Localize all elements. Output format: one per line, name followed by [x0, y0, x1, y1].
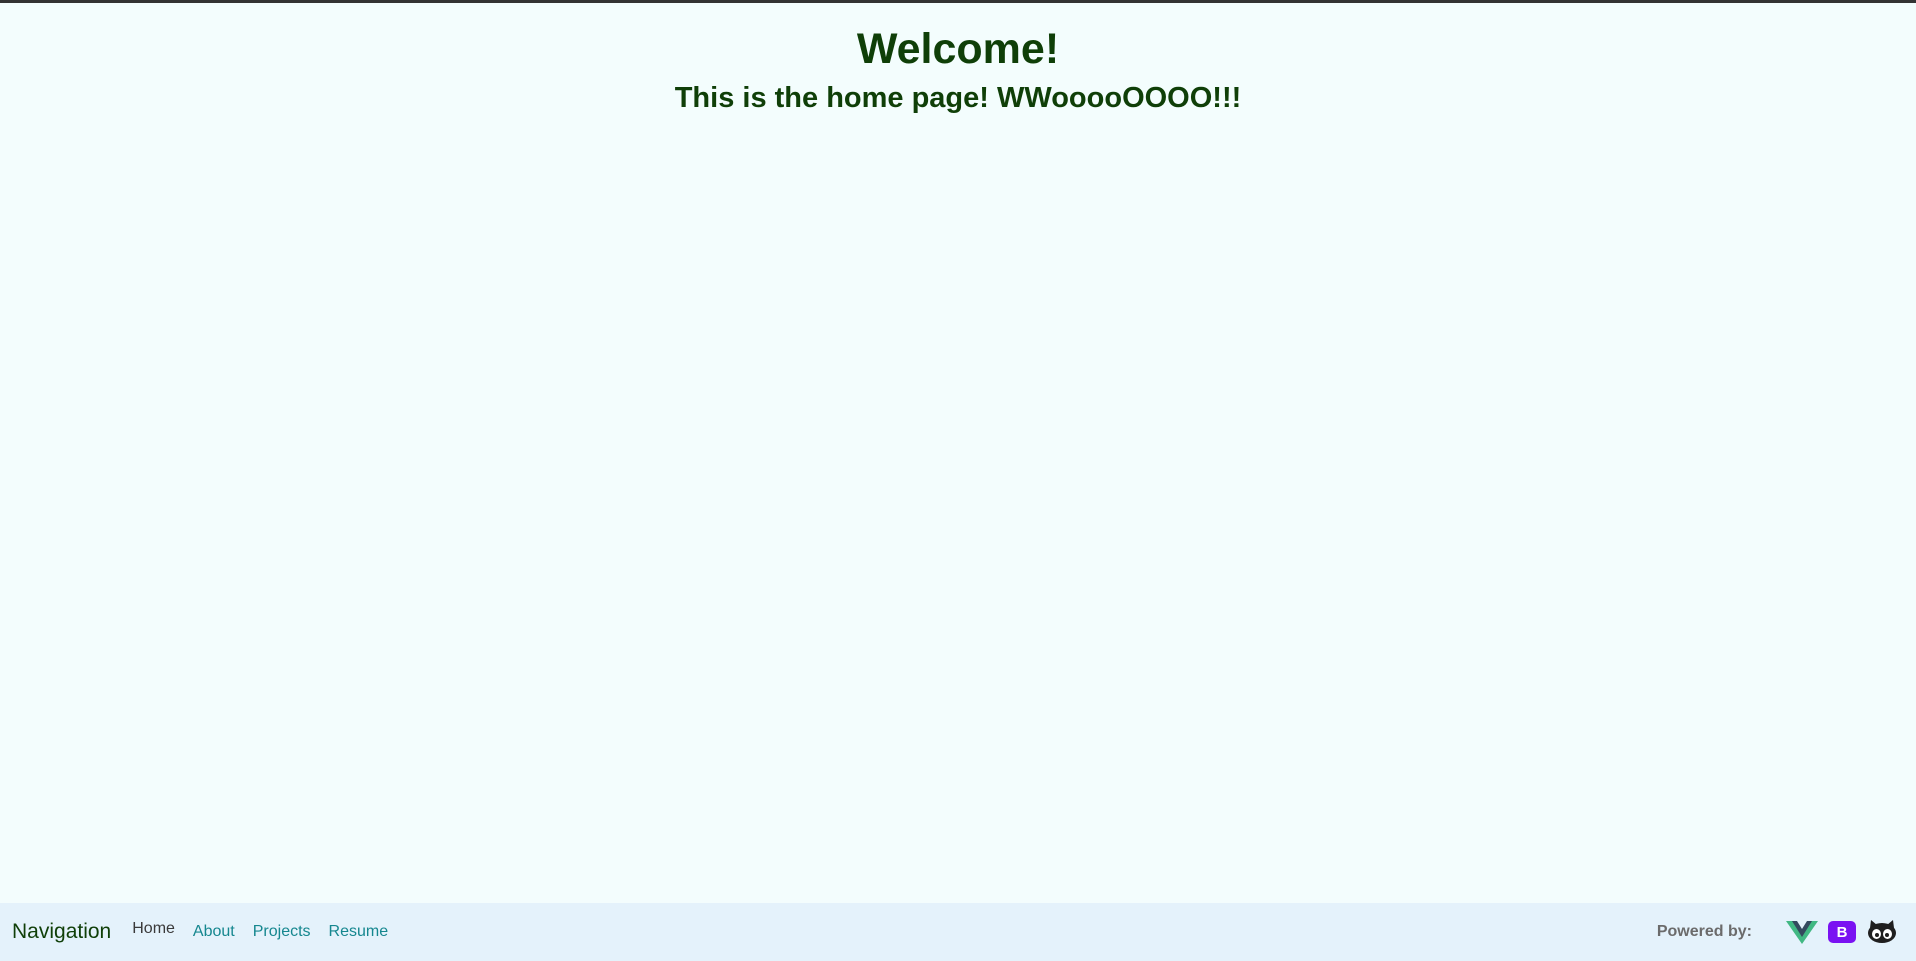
hero-section: Welcome! This is the home page! WWooooOO… — [0, 0, 1916, 116]
github-octocat-icon[interactable] — [1866, 920, 1898, 944]
navbar-brand[interactable]: Navigation — [12, 920, 111, 944]
nav-link-home[interactable]: Home — [123, 920, 184, 938]
vue-logo-icon[interactable] — [1786, 920, 1818, 944]
nav-link-about[interactable]: About — [184, 923, 244, 941]
nav-link-resume[interactable]: Resume — [320, 923, 398, 941]
bottom-navbar: Navigation Home About Projects Resume Po… — [0, 903, 1916, 961]
nav-links: Home About Projects Resume — [123, 920, 398, 941]
page-title: Welcome! — [856, 25, 1060, 73]
powered-by: Powered by: B — [1657, 920, 1898, 944]
bootstrap-logo-icon[interactable]: B — [1828, 921, 1856, 943]
powered-by-label: Powered by: — [1656, 923, 1752, 940]
page-subtitle: This is the home page! WWooooOOOO!!! — [674, 82, 1242, 114]
nav-link-projects[interactable]: Projects — [244, 923, 320, 941]
